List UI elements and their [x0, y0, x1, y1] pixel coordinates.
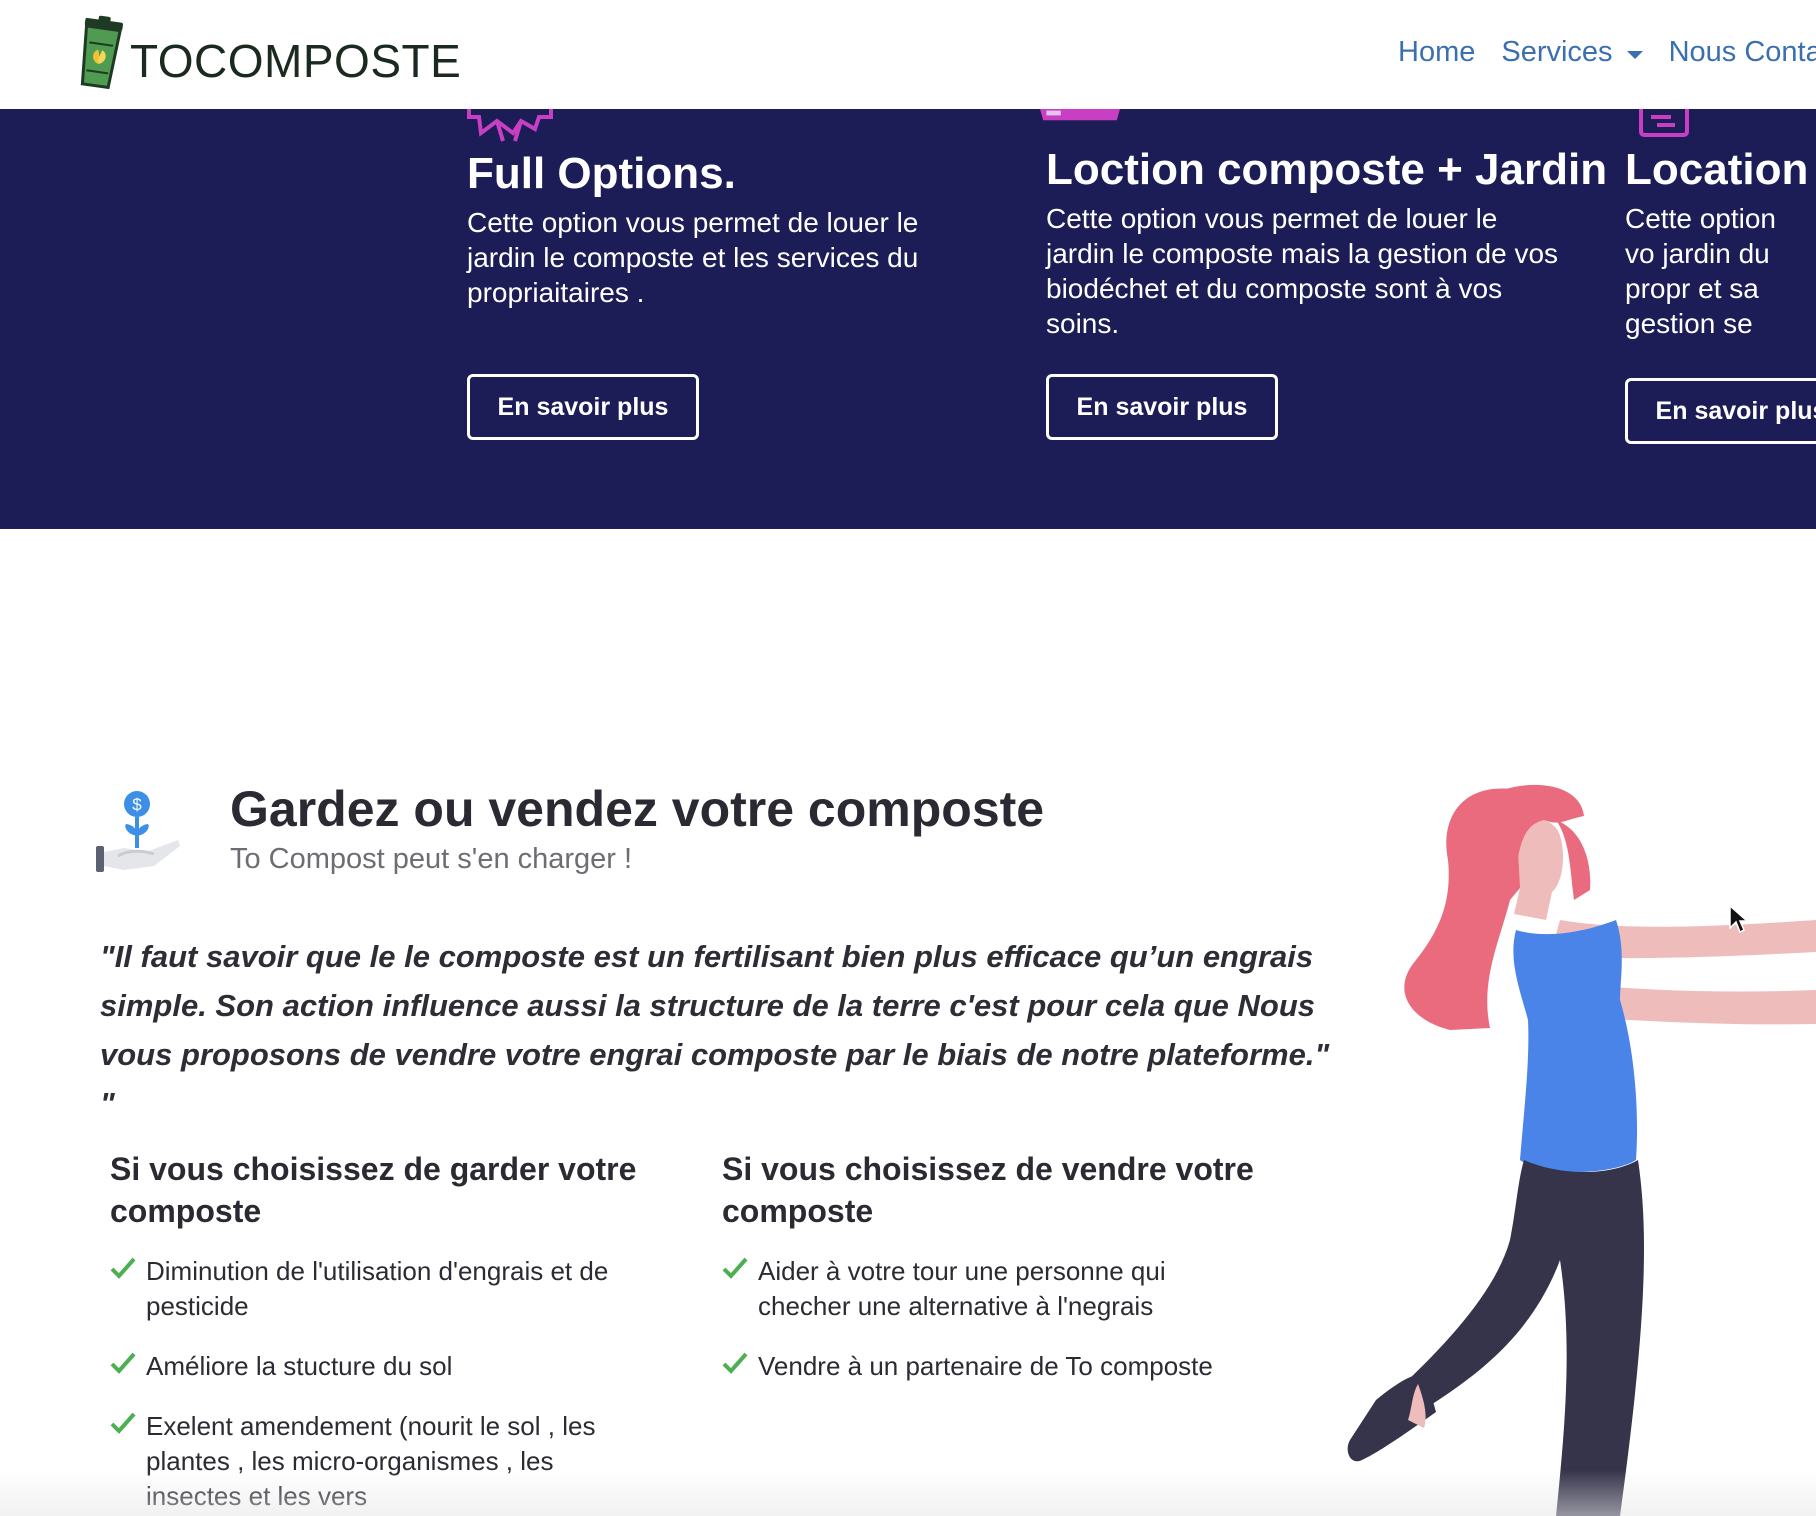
service-title: Location c: [1625, 145, 1816, 194]
keep-compost-column: Si vous choisissez de garder votre compo…: [110, 1148, 650, 1516]
list-item: Exelent amendement (nourit le sol , les …: [110, 1409, 650, 1514]
brand-name: TOCOMPOSTE: [130, 35, 462, 87]
list-item: Diminution de l'utilisation d'engrais et…: [110, 1254, 650, 1324]
service-description: Cette option vo jardin du propr et sa ge…: [1625, 203, 1776, 339]
list-item-text: Vendre à un partenaire de To composte: [758, 1351, 1213, 1381]
list-item-text: Améliore la stucture du sol: [146, 1351, 453, 1381]
service-title: Full Options.: [467, 149, 736, 198]
check-icon: [110, 1412, 136, 1434]
nav-services-dropdown[interactable]: Services: [1501, 36, 1643, 69]
service-description: Cette option vous permet de louer le jar…: [1046, 203, 1559, 339]
mouse-cursor-icon: [1729, 904, 1748, 934]
sell-column-title: Si vous choisissez de vendre votre compo…: [722, 1151, 1254, 1229]
service-description: Cette option vous permet de louer le jar…: [467, 207, 919, 308]
compost-bin-icon: [80, 15, 124, 90]
section-subtitle: To Compost peut s'en charger !: [230, 843, 633, 875]
check-icon: [110, 1257, 136, 1279]
learn-more-button[interactable]: En savoir plus: [1625, 378, 1816, 444]
svg-text:$: $: [132, 795, 142, 814]
compost-pile-icon: [1040, 109, 1120, 121]
services-section: Full Options. Cette option vous permet d…: [0, 109, 1816, 529]
learn-more-button[interactable]: En savoir plus: [1046, 374, 1278, 440]
learn-more-button[interactable]: En savoir plus: [467, 374, 699, 440]
list-item-text: Exelent amendement (nourit le sol , les …: [146, 1411, 596, 1511]
keep-benefits-list: Diminution de l'utilisation d'engrais et…: [110, 1254, 650, 1514]
money-plant-hand-icon: $: [96, 791, 180, 872]
badge-icon: [467, 109, 553, 142]
section-title: Gardez ou vendez votre composte: [230, 781, 1045, 837]
brand-logo[interactable]: TOCOMPOSTE: [72, 14, 461, 90]
sell-compost-column: Si vous choisissez de vendre votre compo…: [722, 1148, 1262, 1409]
list-item: Améliore la stucture du sol: [110, 1349, 650, 1384]
check-icon: [110, 1352, 136, 1374]
list-item-text: Aider à votre tour une personne qui chec…: [758, 1256, 1166, 1321]
nav-services-label: Services: [1501, 36, 1613, 68]
check-icon: [722, 1352, 748, 1374]
list-item: Aider à votre tour une personne qui chec…: [722, 1254, 1262, 1324]
compost-quote: "Il faut savoir que le le composte est u…: [100, 939, 1330, 1121]
list-item-text: Diminution de l'utilisation d'engrais et…: [146, 1256, 609, 1321]
keep-column-title: Si vous choisissez de garder votre compo…: [110, 1151, 637, 1229]
card-icon: [1639, 109, 1689, 137]
nav-home-link[interactable]: Home: [1398, 36, 1475, 69]
service-title: Loction composte + Jardin: [1046, 145, 1608, 194]
list-item: Vendre à un partenaire de To composte: [722, 1349, 1262, 1384]
woman-illustration: [1347, 784, 1816, 1516]
caret-down-icon: [1626, 50, 1643, 59]
nav-contact-link[interactable]: Nous Conta: [1669, 36, 1816, 69]
navbar: TOCOMPOSTE Home Services Nous Conta: [0, 0, 1816, 109]
check-icon: [722, 1257, 748, 1279]
sell-benefits-list: Aider à votre tour une personne qui chec…: [722, 1254, 1262, 1384]
nav-links: Home Services Nous Conta: [1398, 36, 1816, 69]
